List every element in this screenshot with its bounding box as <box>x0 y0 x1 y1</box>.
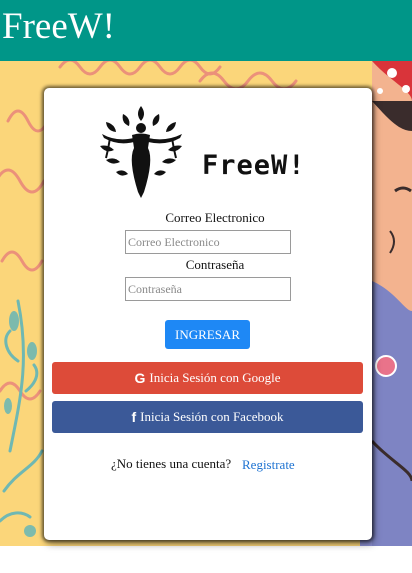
app-header: FreeW! <box>0 0 412 61</box>
google-icon: G <box>134 370 146 386</box>
password-field[interactable] <box>125 277 291 301</box>
login-button[interactable]: INGRESAR <box>165 320 250 349</box>
google-login-button[interactable]: G Inicia Sesión con Google <box>52 362 363 394</box>
facebook-login-button[interactable]: f Inicia Sesión con Facebook <box>52 401 363 433</box>
tree-woman-icon <box>100 106 182 198</box>
login-card: FreeW! Correo Electronico Contraseña ING… <box>44 88 372 540</box>
email-field[interactable] <box>125 230 291 254</box>
email-label: Correo Electronico <box>165 210 265 225</box>
password-label: Contraseña <box>185 257 245 272</box>
app-title: FreeW! <box>2 6 115 47</box>
logo-wordmark: FreeW! <box>202 150 306 181</box>
signup-question: ¿No tienes una cuenta? <box>111 456 232 471</box>
bottom-strip <box>0 546 412 573</box>
google-login-label: Inicia Sesión con Google <box>149 370 281 385</box>
register-link[interactable]: Registrate <box>242 457 295 473</box>
freew-logo: FreeW! <box>96 102 318 200</box>
facebook-icon: f <box>131 409 137 425</box>
facebook-login-label: Inicia Sesión con Facebook <box>140 409 284 424</box>
